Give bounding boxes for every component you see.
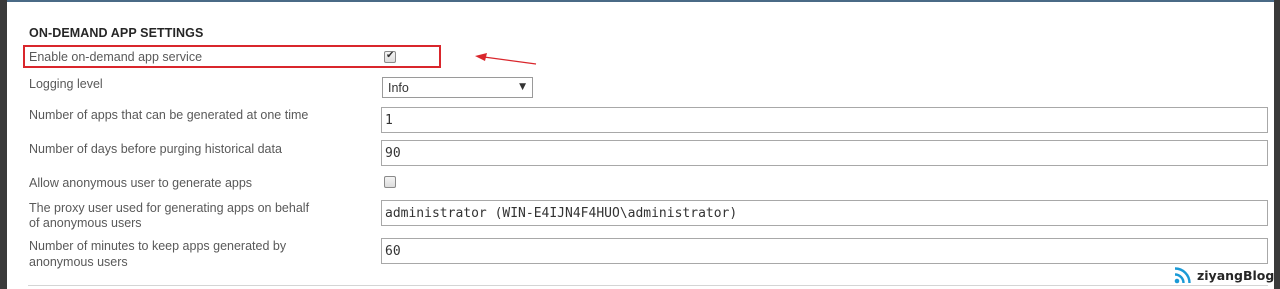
window-left-border [0, 0, 7, 289]
apps-at-one-time-label: Number of apps that can be generated at … [29, 108, 309, 122]
window-top-border [7, 0, 1280, 2]
apps-at-one-time-input[interactable]: 1 [381, 107, 1268, 133]
days-before-purge-input[interactable]: 90 [381, 140, 1268, 166]
logging-level-value: Info [388, 81, 409, 95]
window-right-border [1274, 0, 1280, 289]
watermark: ziyangBlog [1173, 265, 1274, 285]
watermark-text: ziyangBlog [1197, 267, 1275, 283]
minutes-keep-apps-value: 60 [385, 244, 401, 259]
proxy-user-label-line1: The proxy user used for generating apps … [29, 201, 310, 215]
rss-feed-icon [1173, 265, 1193, 285]
proxy-user-label-line2: of anonymous users [29, 216, 142, 230]
checkmark-icon: ✔ [386, 50, 395, 61]
proxy-user-value: administrator (WIN-E4IJN4F4HUO\administr… [385, 206, 738, 221]
allow-anonymous-checkbox[interactable] [384, 176, 396, 188]
logging-level-select[interactable]: Info ▼ [382, 77, 533, 98]
days-before-purge-label: Number of days before purging historical… [29, 142, 282, 156]
days-before-purge-value: 90 [385, 146, 401, 161]
enable-service-label: Enable on-demand app service [29, 50, 203, 64]
allow-anonymous-label: Allow anonymous user to generate apps [29, 176, 253, 190]
chevron-down-icon: ▼ [519, 82, 526, 92]
enable-service-checkbox[interactable]: ✔ [384, 50, 396, 63]
annotation-arrow-icon [475, 53, 537, 65]
section-divider [28, 285, 1268, 286]
minutes-keep-apps-input[interactable]: 60 [381, 238, 1268, 264]
proxy-user-input[interactable]: administrator (WIN-E4IJN4F4HUO\administr… [381, 200, 1268, 226]
apps-at-one-time-value: 1 [385, 113, 393, 128]
minutes-keep-apps-label-line2: anonymous users [29, 255, 128, 269]
logging-level-label: Logging level [29, 77, 103, 91]
section-title: ON-DEMAND APP SETTINGS [29, 26, 204, 40]
minutes-keep-apps-label-line1: Number of minutes to keep apps generated… [29, 239, 287, 253]
